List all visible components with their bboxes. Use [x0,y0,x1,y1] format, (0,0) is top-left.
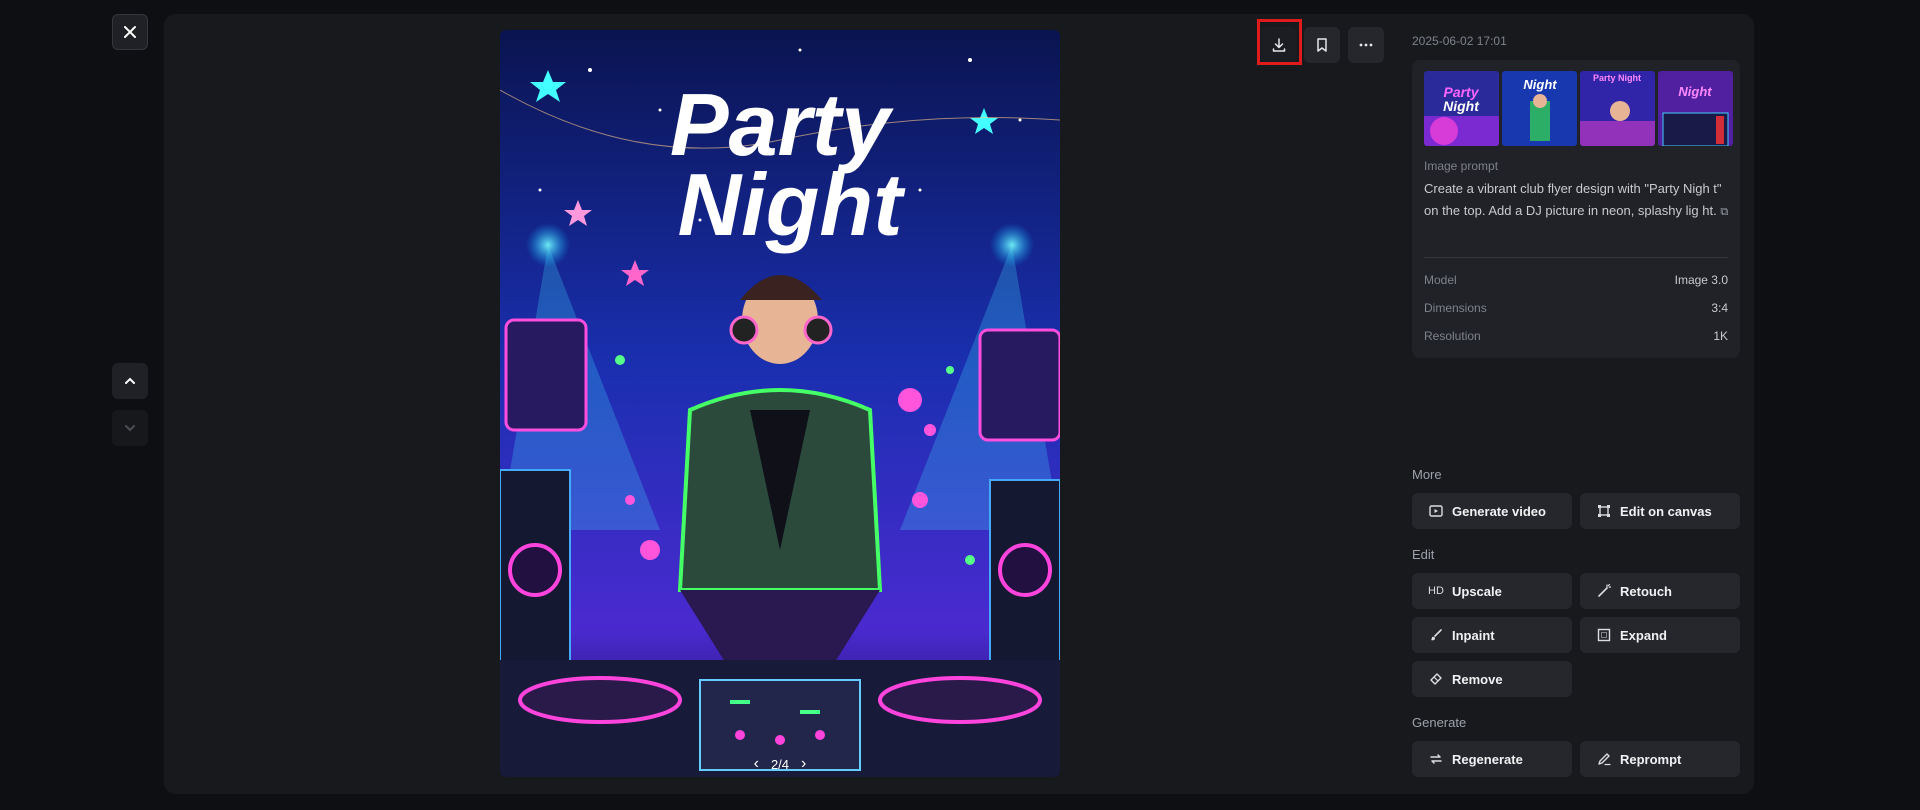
ellipsis-icon [1359,43,1373,47]
button-label: Expand [1620,627,1667,643]
button-label: Remove [1452,671,1503,687]
chevron-down-icon [125,425,135,432]
remove-button[interactable]: Remove [1412,661,1572,697]
download-button-highlight [1257,19,1302,65]
bookmark-button[interactable] [1304,27,1340,63]
thumbnail-1[interactable]: Party Night [1424,71,1499,146]
previous-image-button[interactable] [112,363,148,399]
button-label: Edit on canvas [1620,503,1712,519]
upscale-button[interactable]: HD Upscale [1412,573,1572,609]
refresh-icon [1428,751,1444,767]
button-label: Generate video [1452,503,1546,519]
svg-text:Night: Night [1443,98,1480,114]
generated-image: Party Night ‹ 2/4 › [500,30,1060,777]
section-label-more: More [1412,467,1442,482]
button-label: Reprompt [1620,751,1682,767]
next-image-button[interactable] [112,410,148,446]
created-timestamp: 2025-06-02 17:01 [1412,34,1507,48]
meta-row-model: Model Image 3.0 [1424,273,1728,287]
meta-key: Resolution [1424,329,1481,343]
section-label-generate: Generate [1412,715,1467,730]
pager-count: 2/4 [770,756,790,772]
bookmark-icon [1317,38,1327,52]
thumbnail-4[interactable]: Night [1658,71,1733,146]
meta-row-resolution: Resolution 1K [1424,329,1728,343]
button-label: Inpaint [1452,627,1495,643]
prompt-text: Create a vibrant club flyer design with … [1424,178,1729,223]
prompt-body: Create a vibrant club flyer design with … [1424,181,1722,218]
button-label: Retouch [1620,583,1672,599]
button-label: Regenerate [1452,751,1523,767]
flyer-title-line2: Night [678,155,907,254]
svg-text:Night: Night [1523,77,1557,92]
magic-wand-icon [1596,583,1612,599]
pager-next-arrow-icon[interactable]: › [801,755,806,773]
meta-value: Image 3.0 [1674,273,1728,287]
close-icon [124,26,136,38]
hd-icon: HD [1428,585,1444,597]
image-info-card: Party Night Night Party Night Night Image… [1412,60,1740,358]
eraser-icon [1428,671,1444,687]
regenerate-button[interactable]: Regenerate [1412,741,1572,777]
brush-icon [1428,627,1444,643]
expand-icon [1596,627,1612,643]
close-button[interactable] [112,14,148,50]
thumbnail-3[interactable]: Party Night [1580,71,1655,146]
expand-button[interactable]: Expand [1580,617,1740,653]
canvas-icon [1596,503,1612,519]
meta-value: 1K [1713,329,1728,343]
section-label-edit: Edit [1412,547,1435,562]
edit-on-canvas-button[interactable]: Edit on canvas [1580,493,1740,529]
reprompt-button[interactable]: Reprompt [1580,741,1740,777]
chevron-up-icon [125,377,135,384]
thumbnail-2[interactable]: Night [1502,71,1577,146]
party-night-flyer-image: Party Night [500,30,1060,777]
more-options-button[interactable] [1348,27,1384,63]
retouch-button[interactable]: Retouch [1580,573,1740,609]
copy-icon[interactable]: ⧉ [1720,206,1728,218]
meta-key: Model [1424,273,1457,287]
prompt-label: Image prompt [1424,159,1499,173]
meta-key: Dimensions [1424,301,1487,315]
image-pager: ‹ 2/4 › [500,755,1060,773]
button-label: Upscale [1452,583,1502,599]
variation-thumbnails: Party Night Night Party Night Night [1424,71,1733,146]
svg-text:Night: Night [1678,84,1712,99]
inpaint-button[interactable]: Inpaint [1412,617,1572,653]
generate-video-button[interactable]: Generate video [1412,493,1572,529]
video-icon [1428,503,1444,519]
divider [1424,257,1728,258]
meta-value: 3:4 [1711,301,1728,315]
pager-prev-arrow-icon[interactable]: ‹ [754,755,759,773]
pencil-icon [1596,751,1612,767]
meta-row-dimensions: Dimensions 3:4 [1424,301,1728,315]
svg-text:Party Night: Party Night [1593,73,1641,83]
